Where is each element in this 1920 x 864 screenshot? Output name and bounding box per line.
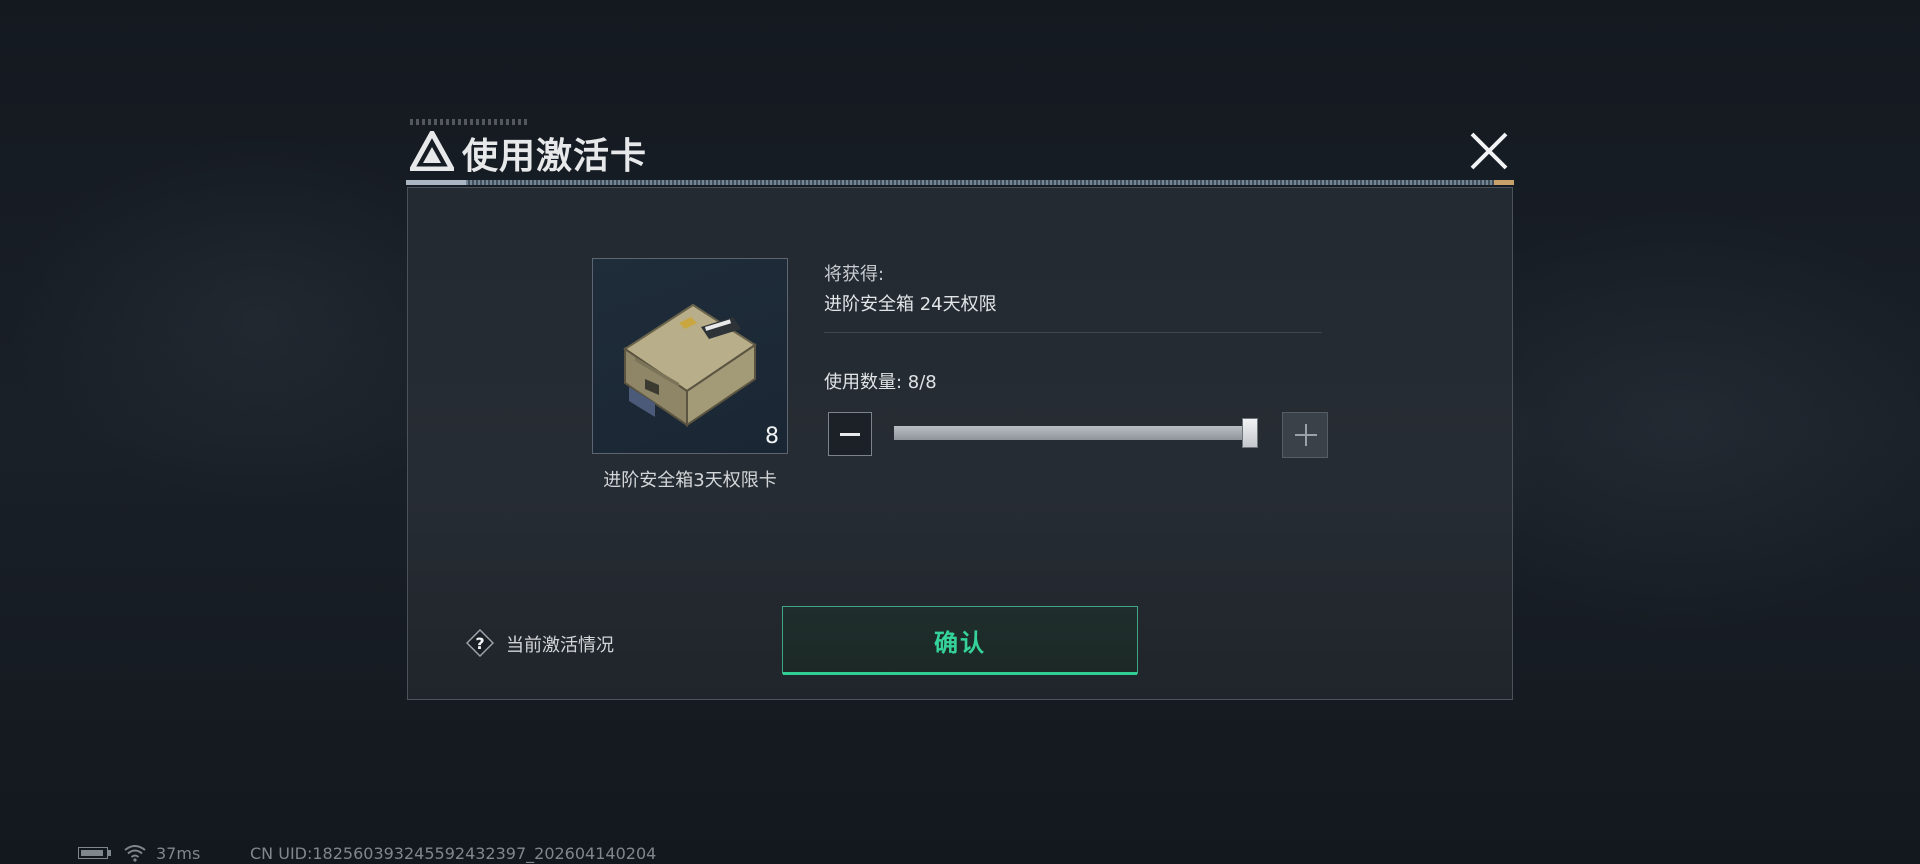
close-icon <box>1470 132 1508 170</box>
safe-box-icon <box>623 303 757 427</box>
decrease-button[interactable] <box>828 412 872 456</box>
slider-fill <box>894 426 1256 440</box>
quantity-label: 使用数量: 8/8 <box>824 372 937 393</box>
reward-label: 将获得: <box>824 264 885 285</box>
question-icon: ? <box>466 629 494 657</box>
increase-button[interactable] <box>1282 412 1328 458</box>
divider <box>824 332 1322 333</box>
confirm-button[interactable]: 确认 <box>782 606 1138 675</box>
uid-text: CN UID:1825603932455924323​97_2026041402… <box>250 844 657 863</box>
reward-value: 进阶安全箱 24天权限 <box>824 294 997 315</box>
confirm-label: 确认 <box>934 629 986 657</box>
item-name: 进阶安全箱3天权限卡 <box>603 470 777 491</box>
status-bar: 37ms CN UID:1825603932455924323​97_20260… <box>78 844 838 864</box>
dialog-header: 使用激活卡 <box>402 119 1514 183</box>
item-card[interactable]: 8 <box>592 258 788 454</box>
battery-icon <box>78 847 108 859</box>
title-underline-accent-right <box>1494 180 1514 185</box>
activation-status-link[interactable]: ? 当前激活情况 <box>466 628 636 658</box>
title-underline <box>406 180 1514 185</box>
slider-handle[interactable] <box>1242 418 1258 448</box>
ping-readout: 37ms <box>156 844 201 863</box>
item-count: 8 <box>765 424 779 449</box>
triangle-logo-icon <box>410 131 454 171</box>
title-decoration <box>410 119 530 125</box>
minus-icon <box>840 433 860 436</box>
wifi-icon <box>124 845 146 862</box>
quantity-slider[interactable] <box>894 426 1256 440</box>
svg-text:?: ? <box>475 634 484 653</box>
close-button[interactable] <box>1466 128 1512 174</box>
title-underline-accent-left <box>406 180 466 185</box>
activation-status-text: 当前激活情况 <box>506 635 614 656</box>
dialog-title: 使用激活卡 <box>462 136 648 177</box>
